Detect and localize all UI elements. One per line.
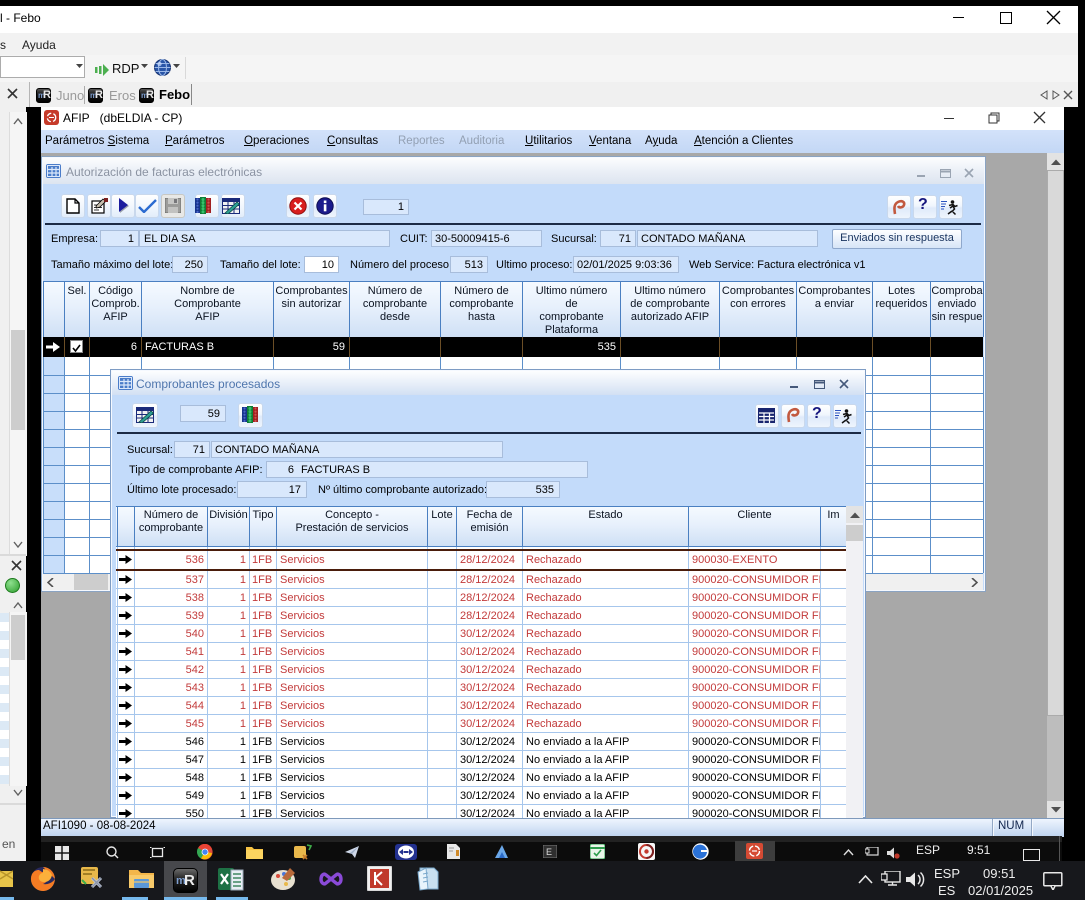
svg-text:E: E <box>546 847 552 857</box>
